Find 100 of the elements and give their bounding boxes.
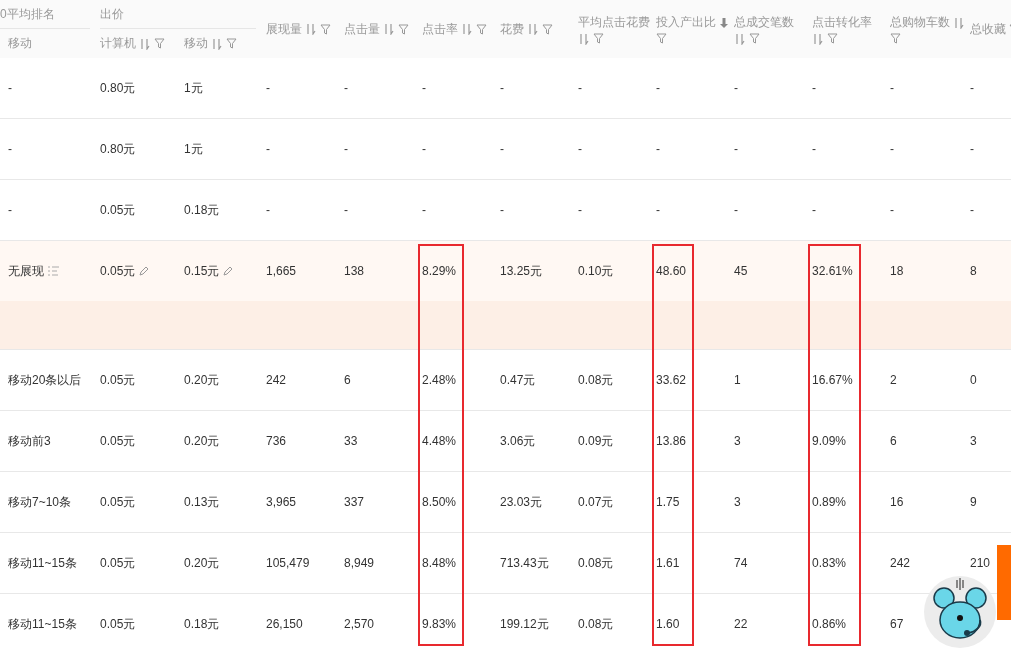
filter-icon[interactable] — [890, 33, 901, 44]
table-cell: - — [266, 141, 270, 157]
filter-icon[interactable] — [226, 38, 237, 49]
table-cell: - — [266, 202, 270, 218]
sort-icon[interactable] — [383, 23, 395, 35]
table-cell: 9.09% — [812, 433, 847, 449]
table-cell: 6 — [890, 433, 897, 449]
column-header: 移动 — [184, 35, 208, 52]
table-cell: 16 — [890, 494, 904, 510]
table-cell: 1 — [734, 372, 741, 388]
column-header: 展现量 — [266, 20, 302, 38]
sort-icon[interactable] — [211, 37, 223, 50]
pencil-icon[interactable] — [138, 265, 150, 277]
filter-icon[interactable] — [656, 33, 667, 44]
table-cell: 3 — [970, 433, 977, 449]
pencil-icon[interactable] — [222, 265, 234, 277]
table-cell: - — [266, 80, 270, 96]
table-cell: 0.08元 — [578, 555, 614, 571]
table-cell: 0.05元 — [100, 372, 136, 388]
table-cell: 0 — [970, 372, 977, 388]
table-cell: - — [8, 141, 12, 157]
table-cell: 0.13元 — [184, 494, 220, 510]
table-cell: 6 — [344, 372, 351, 388]
column-header: 平均点击花费 — [578, 13, 650, 31]
table-cell: 13.25元 — [500, 263, 543, 279]
sort-icon[interactable] — [953, 16, 965, 29]
table-cell: - — [970, 80, 974, 96]
table-cell: 33.62 — [656, 372, 687, 388]
table-cell: 9.83% — [422, 616, 457, 632]
filter-icon[interactable] — [827, 33, 838, 44]
table-cell: 199.12元 — [500, 616, 549, 632]
table-cell: - — [734, 80, 738, 96]
table-cell: 8.48% — [422, 555, 457, 571]
table-cell: 22 — [734, 616, 748, 632]
table-cell: 0.08元 — [578, 616, 614, 632]
list-icon[interactable] — [47, 265, 60, 277]
table-cell: - — [812, 80, 816, 96]
table-cell: - — [890, 202, 894, 218]
table-cell: 3,965 — [266, 494, 297, 510]
table-cell: - — [656, 141, 660, 157]
table-cell: 0.05元 — [100, 616, 136, 632]
table-cell: - — [578, 141, 582, 157]
table-cell: 8 — [970, 263, 977, 279]
table-cell: 0.18元 — [184, 616, 220, 632]
sort-icon[interactable] — [305, 23, 317, 35]
table-cell: 210 — [970, 555, 991, 571]
column-header: 点击量 — [344, 20, 380, 38]
table-cell: 33 — [344, 433, 358, 449]
table-cell: - — [500, 80, 504, 96]
filter-icon[interactable] — [476, 23, 487, 35]
table-cell: 移动11~15条 — [8, 616, 77, 632]
sort-icon[interactable] — [527, 23, 539, 35]
table-cell: - — [812, 141, 816, 157]
table-cell: - — [422, 141, 426, 157]
table-cell: 0.89% — [812, 494, 847, 510]
column-header: 花费 — [500, 20, 524, 38]
table-cell: 74 — [734, 555, 748, 571]
table-cell: 0.05元 — [100, 494, 136, 510]
table-cell: 26,150 — [266, 616, 303, 632]
column-header: 点击转化率 — [812, 13, 872, 31]
column-header: 总购物车数 — [890, 14, 950, 31]
sort-icon[interactable] — [139, 37, 151, 50]
sort-icon[interactable] — [734, 32, 746, 45]
table-cell: - — [734, 202, 738, 218]
sort-icon[interactable] — [578, 32, 590, 45]
filter-icon[interactable] — [542, 23, 553, 35]
sort-icon[interactable] — [461, 23, 473, 35]
column-header: 移动 — [8, 35, 32, 52]
column-header: 点击率 — [422, 20, 458, 38]
table-cell: - — [890, 80, 894, 96]
table-cell: - — [8, 202, 12, 218]
table-cell: - — [8, 80, 12, 96]
filter-icon[interactable] — [154, 38, 165, 49]
assistant-mascot-icon[interactable] — [924, 576, 996, 648]
table-cell: 0.05元 — [100, 433, 136, 449]
table-cell: 138 — [344, 263, 365, 279]
table-cell: 0.20元 — [184, 555, 220, 571]
table-cell: 4.48% — [422, 433, 457, 449]
table-cell: 0.86% — [812, 616, 847, 632]
sort-icon[interactable] — [812, 32, 824, 45]
table-cell: 1.61 — [656, 555, 680, 571]
table-cell: 8.29% — [422, 263, 457, 279]
table-cell: 3 — [734, 494, 741, 510]
table-cell: 移动11~15条 — [8, 555, 77, 571]
table-cell: 1元 — [184, 141, 203, 157]
table-cell: 无展现 — [8, 263, 44, 279]
filter-icon[interactable] — [398, 23, 409, 35]
table-cell: - — [970, 141, 974, 157]
table-cell: 0.05元 — [100, 202, 136, 218]
table-cell: 0.80元 — [100, 141, 136, 157]
filter-icon[interactable] — [749, 33, 760, 44]
table-cell: 105,479 — [266, 555, 310, 571]
filter-icon[interactable] — [593, 33, 604, 44]
table-cell: 移动20条以后 — [8, 372, 82, 388]
filter-icon[interactable] — [320, 23, 331, 35]
table-cell: 2,570 — [344, 616, 375, 632]
table-cell: - — [734, 141, 738, 157]
sort-descending-icon[interactable] — [719, 16, 729, 29]
table-cell: 0.07元 — [578, 494, 614, 510]
table-cell: 0.09元 — [578, 433, 614, 449]
